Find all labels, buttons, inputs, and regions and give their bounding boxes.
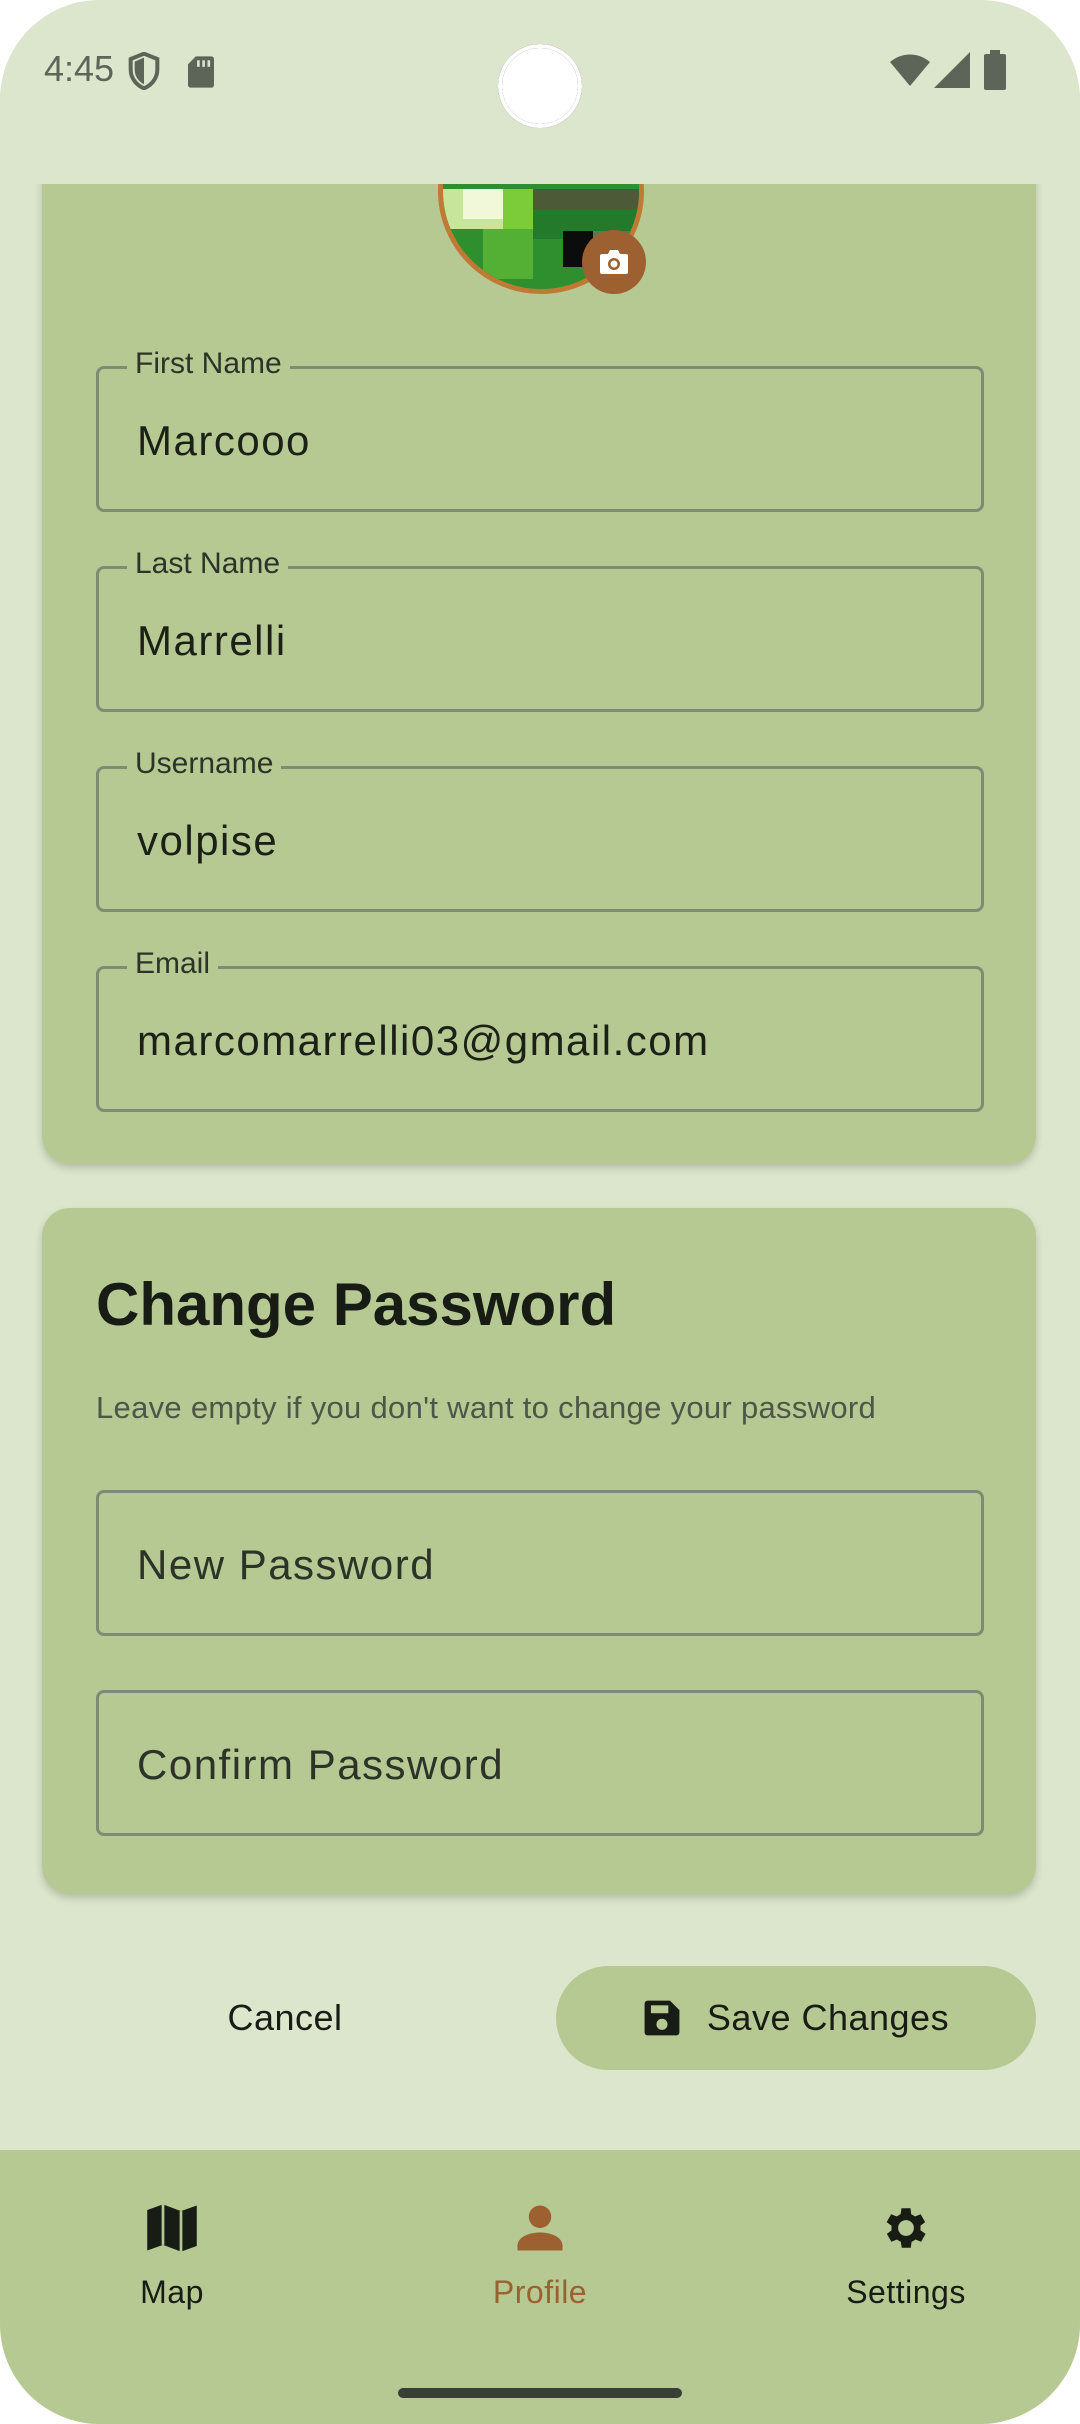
change-password-title: Change Password — [96, 1271, 617, 1338]
cancel-button[interactable]: Cancel — [140, 1966, 430, 2070]
username-value: volpise — [137, 817, 279, 864]
bottom-navigation: Map Profile Settings — [0, 2150, 1080, 2424]
change-password-hint: Leave empty if you don't want to change … — [96, 1390, 877, 1425]
email-field[interactable]: Email marcomarrelli03@gmail.com — [96, 947, 984, 1112]
username-label: Username — [127, 747, 282, 781]
email-value: marcomarrelli03@gmail.com — [137, 1017, 710, 1064]
first-name-field[interactable]: First Name Marcooo — [96, 347, 984, 512]
confirm-password-placeholder: Confirm Password — [137, 1741, 505, 1788]
email-label: Email — [127, 947, 219, 981]
first-name-label: First Name — [127, 347, 290, 381]
gear-icon — [878, 2200, 934, 2256]
save-icon — [644, 2000, 680, 2036]
camera-icon — [600, 250, 628, 274]
change-password-card: Change Password Leave empty if you don't… — [42, 1208, 1036, 1894]
nav-label-settings: Settings — [846, 2274, 966, 2310]
wifi-icon — [890, 54, 930, 86]
shield-icon — [128, 52, 160, 90]
signal-icon — [934, 52, 970, 88]
battery-icon — [984, 50, 1006, 90]
save-changes-button[interactable]: Save Changes — [556, 1966, 1036, 2070]
home-indicator[interactable] — [398, 2388, 682, 2398]
status-bar: 4:45 — [0, 0, 1080, 184]
confirm-password-field[interactable]: Confirm Password — [96, 1690, 984, 1836]
cancel-button-label: Cancel — [227, 1997, 343, 2038]
nav-item-profile[interactable]: Profile — [410, 2200, 670, 2330]
nav-item-settings[interactable]: Settings — [776, 2200, 1036, 2330]
last-name-label: Last Name — [127, 547, 289, 581]
map-icon — [144, 2200, 200, 2256]
device-screen: 4:45 First Name Marcooo Last Name Marrel… — [0, 0, 1080, 2424]
person-icon — [512, 2200, 568, 2256]
sd-card-icon — [188, 56, 214, 88]
profile-content[interactable]: First Name Marcooo Last Name Marrelli Us… — [0, 184, 1080, 2150]
first-name-value: Marcooo — [137, 417, 311, 464]
new-password-placeholder: New Password — [137, 1541, 436, 1588]
front-camera — [498, 44, 582, 128]
nav-item-map[interactable]: Map — [42, 2200, 302, 2330]
nav-label-map: Map — [140, 2274, 204, 2310]
new-password-field[interactable]: New Password — [96, 1490, 984, 1636]
change-photo-button[interactable] — [582, 230, 646, 294]
status-time: 4:45 — [44, 48, 115, 89]
username-field[interactable]: Username volpise — [96, 747, 984, 912]
save-changes-label: Save Changes — [706, 1997, 950, 2038]
nav-label-profile: Profile — [492, 2274, 588, 2310]
last-name-field[interactable]: Last Name Marrelli — [96, 547, 984, 712]
last-name-value: Marrelli — [137, 617, 287, 664]
profile-card: First Name Marcooo Last Name Marrelli Us… — [42, 184, 1036, 1164]
